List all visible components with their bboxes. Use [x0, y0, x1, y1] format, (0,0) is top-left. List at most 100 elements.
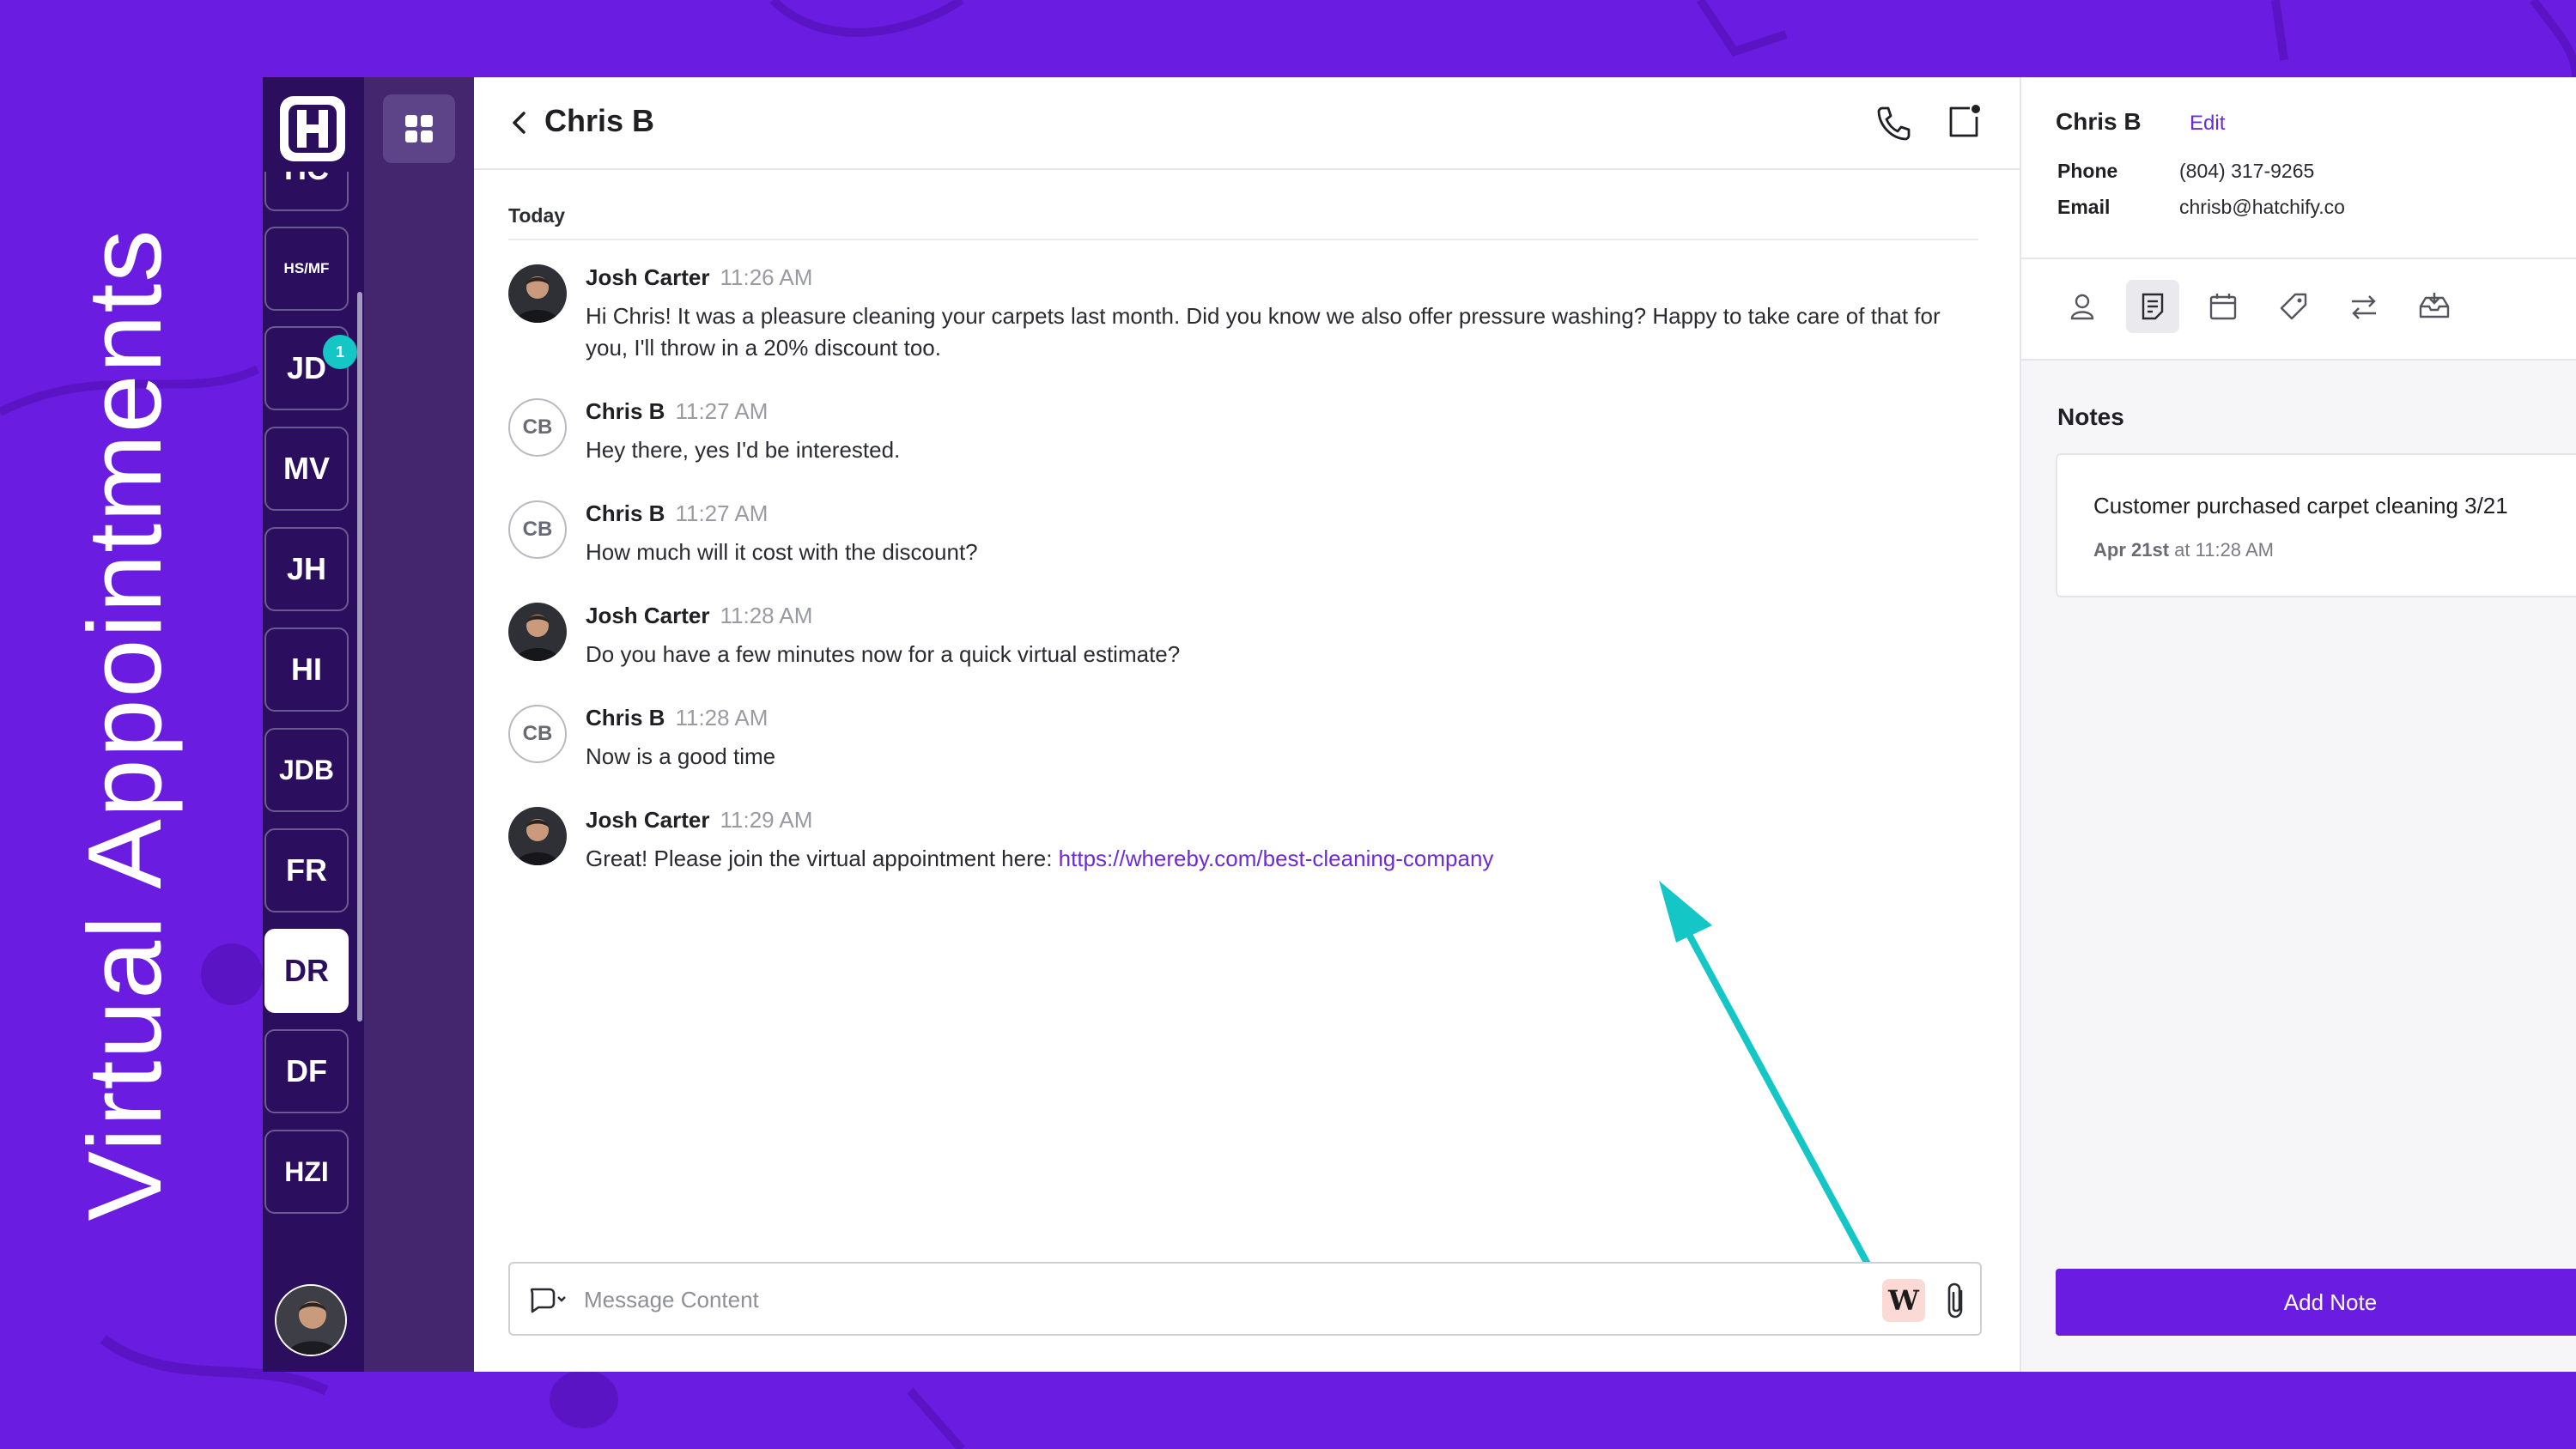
unread-badge: 1: [323, 335, 357, 369]
new-message-icon[interactable]: [1944, 101, 1984, 141]
chris-b-avatar: CB: [508, 705, 567, 763]
message-type-dropdown-icon[interactable]: [526, 1284, 567, 1317]
rail-tile-jdb[interactable]: JDB: [264, 728, 349, 812]
whereby-link[interactable]: https://whereby.com/best-cleaning-compan…: [1059, 846, 1494, 871]
add-note-button[interactable]: Add Note: [2056, 1269, 2576, 1336]
rail-tile-label: HZI: [284, 1155, 329, 1187]
rail-tile-hi[interactable]: HI: [264, 627, 349, 712]
message-body: Hey there, yes I'd be interested.: [586, 437, 901, 463]
tab-notes[interactable]: [2126, 280, 2179, 333]
conversation-panel: Chris B Today Josh Carter 11:26 AM Hi Chr…: [474, 77, 2020, 1372]
phone-icon[interactable]: [1874, 103, 1913, 142]
contact-summary: Chris B Edit Phone (804) 317-9265 Email …: [2021, 77, 2576, 361]
tab-transfer[interactable]: [2337, 280, 2391, 333]
grid-icon: [405, 115, 433, 142]
rail-tile-label: DF: [286, 1053, 327, 1088]
calendar-icon: [2209, 294, 2237, 320]
conversation-rail: HC HS/MF JD MV JH HI JDB FR DR DF HZI 1: [263, 77, 364, 1372]
rail-tile-label: MV: [283, 451, 330, 486]
conversation-title: Chris B: [544, 103, 655, 138]
notes-icon: [2142, 293, 2164, 320]
day-separator: Today: [508, 204, 566, 227]
message-sender: Josh Carter: [586, 603, 710, 628]
secondary-nav: [364, 77, 474, 1372]
hatchify-logo-icon[interactable]: [276, 93, 349, 165]
chris-b-avatar: CB: [508, 398, 567, 457]
message-sender: Josh Carter: [586, 807, 710, 833]
email-label: Email: [2057, 196, 2111, 218]
rail-tile-label: HI: [291, 652, 322, 687]
message-composer: W: [508, 1262, 1982, 1336]
contact-details-panel: Chris B Edit Phone (804) 317-9265 Email …: [2020, 77, 2576, 1372]
rail-tile-label: JD: [286, 350, 327, 385]
message-text: Great! Please join the virtual appointme…: [586, 846, 1059, 871]
rail-tile-list: HC HS/MF JD MV JH HI JDB FR DR DF HZI: [263, 172, 364, 1262]
note-timestamp: Apr 21st at 11:28 AM: [2093, 539, 2274, 561]
app-window: HC HS/MF JD MV JH HI JDB FR DR DF HZI 1: [263, 77, 2576, 1372]
message-body: How much will it cost with the discount?: [586, 539, 978, 565]
whereby-button[interactable]: W: [1882, 1279, 1925, 1322]
message-sender: Chris B: [586, 705, 665, 731]
note-card[interactable]: Customer purchased carpet cleaning 3/21 …: [2056, 453, 2576, 597]
notes-heading: Notes: [2057, 403, 2124, 430]
whereby-logo-icon: W: [1888, 1284, 1919, 1317]
message-body: Now is a good time: [586, 743, 776, 769]
message-sender: Chris B: [586, 398, 665, 424]
rail-tile-jh[interactable]: JH: [264, 527, 349, 611]
note-time: at 11:28 AM: [2169, 539, 2274, 561]
chris-b-avatar: CB: [508, 500, 567, 559]
rail-tile-mv[interactable]: MV: [264, 427, 349, 511]
message-time: 11:27 AM: [675, 500, 769, 526]
message-time: 11:29 AM: [720, 807, 813, 833]
user-avatar[interactable]: [275, 1284, 347, 1356]
back-arrow-icon[interactable]: [505, 108, 534, 137]
phone-label: Phone: [2057, 160, 2118, 182]
message-time: 11:26 AM: [720, 264, 813, 290]
message-time: 11:27 AM: [675, 398, 769, 424]
rail-scrollbar[interactable]: [357, 292, 362, 1022]
note-text: Customer purchased carpet cleaning 3/21: [2093, 493, 2508, 518]
attachment-icon[interactable]: [1939, 1279, 1973, 1322]
contact-name: Chris B: [2056, 108, 2142, 135]
josh-carter-avatar: [508, 264, 567, 323]
message-body: Do you have a few minutes now for a quic…: [586, 641, 1181, 667]
josh-carter-avatar: [508, 603, 567, 661]
message-input[interactable]: [584, 1281, 1786, 1319]
edit-contact-link[interactable]: Edit: [2190, 112, 2225, 136]
message-time: 11:28 AM: [675, 705, 769, 731]
tab-calendar[interactable]: [2196, 280, 2250, 333]
message-body: Hi Chris! It was a pleasure cleaning you…: [586, 303, 1941, 361]
email-value: chrisb@hatchify.co: [2179, 196, 2345, 218]
rail-tile-label: HC: [284, 172, 329, 187]
conversation-header: Chris B: [474, 77, 2020, 170]
message-sender: Chris B: [586, 500, 665, 526]
slide-title: Virtual Appointments: [66, 227, 183, 1222]
rail-tile-label: HS/MF: [283, 260, 330, 276]
inbox-icon: [2419, 293, 2450, 318]
tab-tags[interactable]: [2267, 280, 2320, 333]
rail-tile-fr[interactable]: FR: [264, 828, 349, 912]
divider: [508, 239, 1978, 240]
rail-tile-label: JH: [286, 551, 327, 586]
message-sender: Josh Carter: [586, 264, 710, 290]
rail-tile-label: JDB: [278, 754, 334, 785]
rail-tile-dr[interactable]: DR: [264, 929, 349, 1013]
transfer-icon: [2352, 295, 2376, 319]
rail-tile-hc[interactable]: HC: [264, 172, 349, 211]
rail-tile-df[interactable]: DF: [264, 1029, 349, 1113]
apps-grid-button[interactable]: [383, 94, 455, 163]
tab-inbox[interactable]: [2408, 280, 2461, 333]
note-date: Apr 21st: [2093, 539, 2170, 561]
person-icon: [2070, 294, 2094, 320]
tab-contact[interactable]: [2056, 280, 2109, 333]
josh-carter-avatar: [508, 807, 567, 865]
phone-value: (804) 317-9265: [2179, 160, 2315, 182]
message-body: Great! Please join the virtual appointme…: [586, 843, 1977, 875]
rail-tile-label: DR: [284, 953, 329, 988]
divider: [2021, 258, 2576, 259]
rail-tile-hzi[interactable]: HZI: [264, 1130, 349, 1214]
rail-tile-label: FR: [286, 852, 327, 888]
rail-tile-hs-mf[interactable]: HS/MF: [264, 227, 349, 311]
message-time: 11:28 AM: [720, 603, 813, 628]
tag-icon: [2280, 293, 2307, 320]
